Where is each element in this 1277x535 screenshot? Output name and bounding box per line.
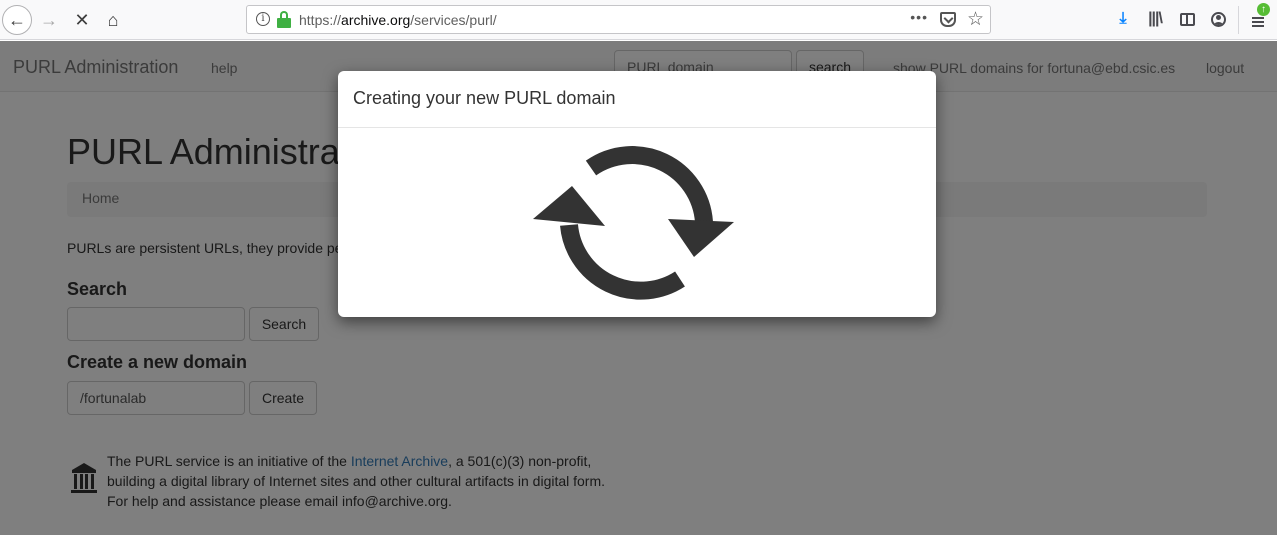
more-actions-icon[interactable]: •••	[910, 9, 928, 25]
close-icon: ✕	[74, 9, 90, 30]
stop-button[interactable]: ✕	[67, 5, 97, 35]
home-icon: ⌂	[107, 9, 119, 30]
account-icon[interactable]	[1208, 8, 1228, 30]
lock-icon[interactable]	[277, 11, 291, 28]
arrow-left-icon: ←	[8, 9, 26, 30]
browser-toolbar: ← → ✕ ⌂ i https://archive.org/services/p…	[0, 0, 1277, 40]
sidebar-icon[interactable]	[1177, 8, 1197, 30]
pocket-icon[interactable]	[940, 12, 956, 27]
refresh-icon	[533, 146, 734, 300]
modal-header: Creating your new PURL domain	[338, 71, 936, 128]
home-button[interactable]: ⌂	[98, 5, 128, 35]
update-badge-icon[interactable]: ↑	[1257, 3, 1270, 16]
modal-title: Creating your new PURL domain	[353, 88, 616, 108]
library-icon[interactable]: |||\	[1144, 8, 1166, 30]
bookmark-star-icon[interactable]: ☆	[967, 8, 984, 31]
back-button[interactable]: ←	[2, 5, 32, 35]
url-bar[interactable]: i https://archive.org/services/purl/ •••…	[246, 5, 991, 34]
forward-button[interactable]: →	[34, 5, 64, 35]
arrow-right-icon: →	[40, 9, 58, 30]
toolbar-divider	[1238, 6, 1239, 34]
url-text[interactable]: https://archive.org/services/purl/	[299, 12, 497, 28]
creating-domain-modal: Creating your new PURL domain	[338, 71, 936, 317]
info-icon[interactable]: i	[256, 12, 270, 26]
download-icon[interactable]: ⤓	[1113, 8, 1133, 30]
modal-body	[338, 128, 936, 317]
